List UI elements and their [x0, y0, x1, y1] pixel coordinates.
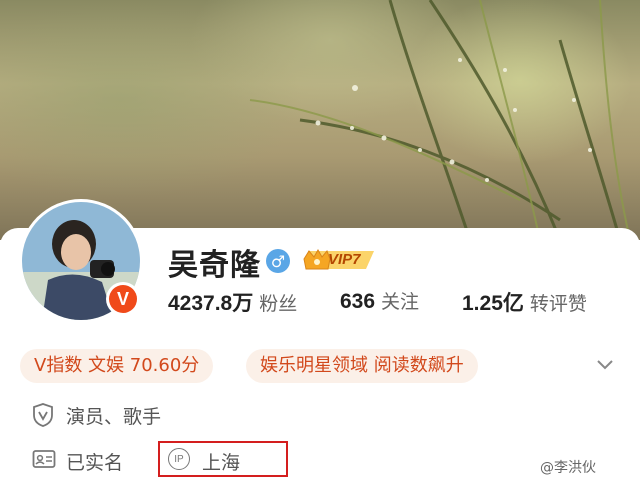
ip-location-text: 上海	[202, 452, 241, 474]
following-stat[interactable]: 636 关注	[340, 287, 419, 314]
followers-label: 粉丝	[259, 293, 298, 315]
verified-badge: V	[106, 282, 140, 316]
domain-tag[interactable]: 娱乐明星领域 阅读数飙升	[246, 349, 478, 383]
following-label: 关注	[381, 291, 420, 313]
following-count: 636	[340, 290, 376, 313]
male-icon: ♂	[266, 249, 290, 273]
profile-name: 吴奇隆	[168, 248, 261, 283]
occupation-text: 演员、歌手	[66, 406, 162, 428]
identity-text: 已实名	[66, 452, 124, 474]
verified-v-icon: V	[109, 285, 137, 313]
vip-badge[interactable]: VIP7	[302, 247, 374, 273]
followers-stat[interactable]: 4237.8万 粉丝	[168, 287, 297, 317]
reposts-stat[interactable]: 1.25亿 转评赞	[462, 287, 587, 317]
reposts-label: 转评赞	[529, 293, 587, 315]
v-index-tag[interactable]: V指数 文娱 70.60分	[20, 349, 214, 383]
reposts-count: 1.25亿	[462, 292, 524, 315]
ip-icon: IP	[168, 448, 190, 470]
shield-v-icon	[33, 403, 53, 427]
chevron-down-icon[interactable]	[596, 358, 614, 372]
id-card-icon	[32, 450, 56, 468]
watermark: @李洪伙	[540, 460, 596, 476]
vip-label: VIP7	[328, 251, 361, 268]
followers-count: 4237.8万	[168, 292, 254, 315]
